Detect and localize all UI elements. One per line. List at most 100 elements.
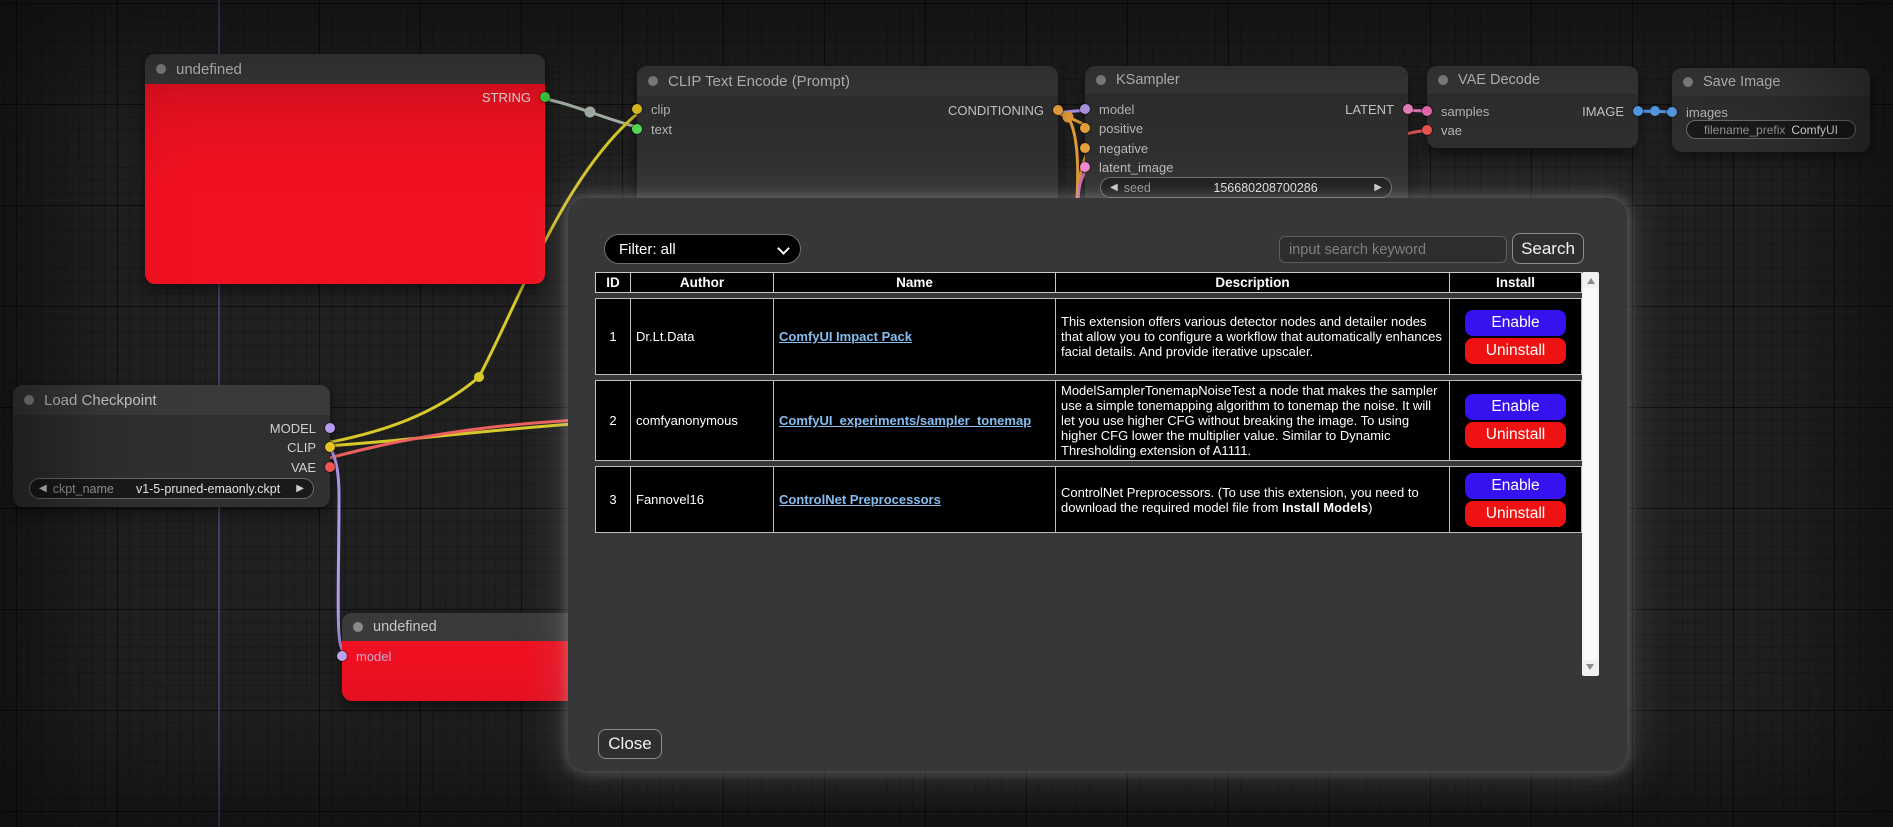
header-install: Install xyxy=(1450,272,1582,293)
port-dot[interactable] xyxy=(632,104,642,114)
port-dot[interactable] xyxy=(1422,125,1432,135)
input-port-latent-image[interactable]: latent_image xyxy=(1080,160,1173,174)
output-port-latent[interactable]: LATENT xyxy=(1345,102,1413,116)
port-label: latent_image xyxy=(1099,160,1173,175)
cell-description: This extension offers various detector n… xyxy=(1056,298,1450,375)
output-port-image[interactable]: IMAGE xyxy=(1582,104,1643,118)
filter-select[interactable]: Filter: all xyxy=(604,234,801,264)
port-label: LATENT xyxy=(1345,102,1394,117)
port-label: CLIP xyxy=(287,440,316,455)
widget-value: ComfyUI xyxy=(1791,123,1838,137)
node-title-bar[interactable]: Save Image xyxy=(1672,68,1870,96)
node-undefined-top[interactable]: undefined STRING xyxy=(145,54,545,284)
node-ksampler[interactable]: KSampler model positive negative latent_… xyxy=(1085,66,1408,212)
close-button[interactable]: Close xyxy=(598,729,662,759)
seed-increment-icon[interactable]: ▶ xyxy=(1374,183,1382,193)
input-port-negative[interactable]: negative xyxy=(1080,141,1148,155)
node-status-dot-icon xyxy=(1096,75,1106,85)
node-title-bar[interactable]: CLIP Text Encode (Prompt) xyxy=(637,66,1058,96)
port-dot[interactable] xyxy=(337,651,347,661)
wire-cond-down xyxy=(1068,117,1078,200)
filename-prefix-widget[interactable]: filename_prefix ComfyUI xyxy=(1686,120,1856,139)
reroute-dot-yellow xyxy=(474,372,484,382)
port-dot[interactable] xyxy=(325,423,335,433)
widget-label: ckpt_name xyxy=(53,482,114,496)
node-clip-text-encode[interactable]: CLIP Text Encode (Prompt) clip text COND… xyxy=(637,66,1058,216)
extension-link[interactable]: ComfyUI_experiments/sampler_tonemap xyxy=(779,413,1031,428)
table-scrollbar[interactable] xyxy=(1582,272,1599,676)
node-title-bar[interactable]: undefined xyxy=(145,54,545,84)
scrollbar-down-icon[interactable] xyxy=(1586,664,1594,670)
uninstall-button[interactable]: Uninstall xyxy=(1465,338,1566,364)
input-port-model[interactable]: model xyxy=(337,649,391,663)
input-port-positive[interactable]: positive xyxy=(1080,121,1143,135)
port-dot[interactable] xyxy=(1667,107,1677,117)
cell-description: ControlNet Preprocessors. (To use this e… xyxy=(1056,466,1450,533)
input-port-vae[interactable]: vae xyxy=(1422,123,1462,137)
input-port-images[interactable]: images xyxy=(1667,105,1728,119)
reroute-dot-gray xyxy=(585,107,596,118)
port-dot[interactable] xyxy=(325,462,335,472)
port-dot[interactable] xyxy=(1403,104,1413,114)
enable-button[interactable]: Enable xyxy=(1465,394,1566,420)
input-port-text[interactable]: text xyxy=(632,122,672,136)
port-label: text xyxy=(651,122,672,137)
node-title: undefined xyxy=(176,61,242,78)
input-port-clip[interactable]: clip xyxy=(632,102,671,116)
port-dot[interactable] xyxy=(1080,123,1090,133)
widget-value: v1-5-pruned-emaonly.ckpt xyxy=(120,482,296,496)
port-label: IMAGE xyxy=(1582,104,1624,119)
uninstall-button[interactable]: Uninstall xyxy=(1465,422,1566,448)
widget-value: 156680208700286 xyxy=(1157,181,1374,195)
ckpt-increment-icon[interactable]: ▶ xyxy=(296,484,304,494)
widget-label: filename_prefix xyxy=(1704,123,1785,137)
input-port-model[interactable]: model xyxy=(1080,102,1134,116)
input-port-samples[interactable]: samples xyxy=(1422,104,1489,118)
node-body: STRING xyxy=(145,84,545,284)
extension-link[interactable]: ComfyUI Impact Pack xyxy=(779,329,912,344)
seed-widget[interactable]: ◀ seed 156680208700286 ▶ xyxy=(1100,177,1392,198)
port-dot[interactable] xyxy=(1080,104,1090,114)
port-label: VAE xyxy=(291,460,316,475)
search-input[interactable] xyxy=(1279,236,1507,263)
node-title-bar[interactable]: Load Checkpoint xyxy=(13,385,330,415)
node-status-dot-icon xyxy=(24,395,34,405)
node-vae-decode[interactable]: VAE Decode samples vae IMAGE xyxy=(1427,66,1638,148)
node-load-checkpoint[interactable]: Load Checkpoint MODEL CLIP VAE ◀ ckpt_na… xyxy=(13,385,330,507)
ckpt-decrement-icon[interactable]: ◀ xyxy=(39,484,47,494)
port-dot[interactable] xyxy=(540,92,550,102)
enable-button[interactable]: Enable xyxy=(1465,310,1566,336)
reroute-dot-blue xyxy=(1650,106,1660,116)
seed-decrement-icon[interactable]: ◀ xyxy=(1110,183,1118,193)
output-port-string[interactable]: STRING xyxy=(482,90,550,104)
description-text: ) xyxy=(1368,500,1372,515)
port-label: model xyxy=(1099,102,1134,117)
node-title-bar[interactable]: KSampler xyxy=(1085,66,1408,94)
search-button[interactable]: Search xyxy=(1512,233,1584,264)
table-header-row: ID Author Name Description Install xyxy=(595,272,1582,293)
extension-link[interactable]: ControlNet Preprocessors xyxy=(779,492,941,507)
table-row: 3 Fannovel16 ControlNet Preprocessors Co… xyxy=(595,466,1582,533)
description-bold-text: Install Models xyxy=(1282,500,1368,515)
output-port-vae[interactable]: VAE xyxy=(291,460,335,474)
scrollbar-up-icon[interactable] xyxy=(1587,278,1595,284)
port-dot[interactable] xyxy=(1080,143,1090,153)
node-title-bar[interactable]: VAE Decode xyxy=(1427,66,1638,94)
port-dot[interactable] xyxy=(1422,106,1432,116)
port-dot[interactable] xyxy=(1633,106,1643,116)
cell-name: ControlNet Preprocessors xyxy=(774,466,1056,533)
uninstall-button[interactable]: Uninstall xyxy=(1465,501,1566,527)
output-port-conditioning[interactable]: CONDITIONING xyxy=(948,103,1063,117)
output-port-model[interactable]: MODEL xyxy=(270,421,335,435)
port-label: vae xyxy=(1441,123,1462,138)
port-dot[interactable] xyxy=(1053,105,1063,115)
enable-button[interactable]: Enable xyxy=(1465,473,1566,499)
output-port-clip[interactable]: CLIP xyxy=(287,440,335,454)
port-dot[interactable] xyxy=(325,442,335,452)
port-dot[interactable] xyxy=(1080,162,1090,172)
port-dot[interactable] xyxy=(632,124,642,134)
port-label: negative xyxy=(1099,141,1148,156)
scrollbar-thumb[interactable] xyxy=(1583,288,1598,660)
ckpt-name-widget[interactable]: ◀ ckpt_name v1-5-pruned-emaonly.ckpt ▶ xyxy=(29,478,314,499)
node-save-image[interactable]: Save Image images filename_prefix ComfyU… xyxy=(1672,68,1870,152)
